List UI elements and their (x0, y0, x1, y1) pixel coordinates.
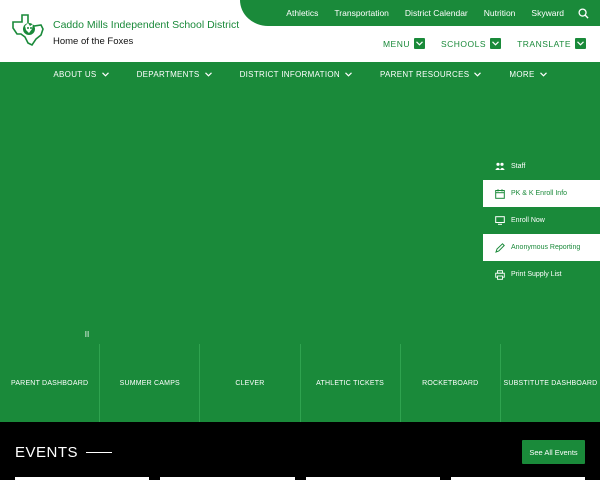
chevron-down-icon (575, 38, 586, 49)
quicklink-label: Staff (511, 163, 526, 170)
screen-icon (495, 216, 505, 226)
events-heading: EVENTS (15, 444, 79, 461)
district-logo[interactable] (10, 12, 46, 48)
district-name[interactable]: Caddo Mills Independent School District (53, 19, 239, 31)
nav-item-parent-resources[interactable]: PARENT RESOURCES (379, 69, 482, 79)
util-link-nutrition[interactable]: Nutrition (484, 8, 516, 18)
quicklink-print-supply-list[interactable]: Print Supply List (483, 261, 600, 288)
quicklink-label: Anonymous Reporting (511, 244, 581, 251)
chevron-down-icon (204, 71, 212, 77)
tile-clever[interactable]: CLEVER (200, 344, 301, 422)
quicklink-label: Print Supply List (511, 271, 562, 278)
menu-dropdown-label: MENU (382, 38, 410, 49)
see-all-events-button[interactable]: See All Events (522, 440, 585, 464)
schools-dropdown-label: SCHOOLS (440, 38, 487, 49)
util-link-district-calendar[interactable]: District Calendar (405, 8, 468, 18)
calendar-icon (495, 188, 505, 199)
util-link-athletics[interactable]: Athletics (286, 8, 318, 18)
district-tagline: Home of the Foxes (53, 36, 134, 47)
menu-dropdown[interactable]: MENU (383, 38, 425, 49)
nav-item-label: ABOUT US (53, 69, 97, 79)
chevron-down-icon (539, 71, 547, 77)
quicklink-label: PK & K Enroll Info (511, 190, 568, 197)
quicklink-anonymous-reporting[interactable]: Anonymous Reporting (483, 234, 600, 261)
pencil-icon (495, 242, 505, 253)
chevron-down-icon (490, 38, 502, 49)
top-menus: MENU SCHOOLS TRANSLATE (367, 38, 586, 49)
nav-item-label: PARENT RESOURCES (379, 69, 470, 79)
nav-item-label: DISTRICT INFORMATION (239, 69, 340, 79)
main-nav: ABOUT US DEPARTMENTS DISTRICT INFORMATIO… (0, 62, 600, 86)
chevron-down-icon (474, 71, 482, 77)
nav-item-about-us[interactable]: ABOUT US (53, 69, 109, 79)
nav-item-more[interactable]: MORE (509, 69, 547, 79)
chevron-down-icon (345, 71, 352, 77)
utility-bar: Athletics Transportation District Calend… (240, 0, 600, 26)
quicklink-enroll-now[interactable]: Enroll Now (483, 207, 600, 234)
nav-item-label: DEPARTMENTS (136, 69, 200, 79)
tile-rocketboard[interactable]: ROCKETBOARD (401, 344, 501, 422)
quicklinks-panel: Staff PK & K Enroll Info Enroll Now Anon… (483, 153, 600, 288)
quick-tiles: PARENT DASHBOARD SUMMER CAMPS CLEVER ATH… (0, 344, 600, 422)
events-section: EVENTS See All Events (0, 422, 600, 480)
tile-parent-dashboard[interactable]: PARENT DASHBOARD (0, 344, 101, 422)
quicklink-pk-k-enroll-info[interactable]: PK & K Enroll Info (483, 180, 600, 207)
nav-item-label: MORE (509, 69, 535, 79)
search-icon[interactable] (576, 6, 590, 20)
schools-dropdown[interactable]: SCHOOLS (440, 38, 502, 49)
printer-icon (495, 269, 505, 280)
translate-dropdown-label: TRANSLATE (517, 38, 571, 49)
translate-dropdown[interactable]: TRANSLATE (517, 38, 586, 49)
heading-divider (86, 452, 112, 453)
nav-item-departments[interactable]: DEPARTMENTS (137, 70, 212, 79)
quicklink-label: Enroll Now (511, 217, 545, 224)
tile-summer-camps[interactable]: SUMMER CAMPS (100, 344, 201, 422)
util-link-transportation[interactable]: Transportation (334, 8, 389, 18)
tile-athletic-tickets[interactable]: ATHLETIC TICKETS (301, 344, 401, 422)
quicklink-staff[interactable]: Staff (483, 153, 600, 180)
chevron-down-icon (101, 71, 109, 77)
nav-item-district-information[interactable]: DISTRICT INFORMATION (240, 70, 352, 79)
people-icon (495, 162, 505, 172)
util-link-skyward[interactable]: Skyward (531, 8, 564, 18)
slideshow-pause-button[interactable]: II (82, 328, 92, 340)
tile-substitute-dashboard[interactable]: SUBSTITUTE DASHBOARD (501, 344, 600, 422)
site-header: Athletics Transportation District Calend… (0, 0, 600, 62)
chevron-down-icon (413, 38, 425, 49)
